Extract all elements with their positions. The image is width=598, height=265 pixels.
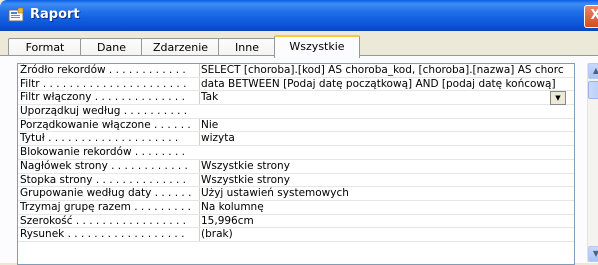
property-row-width[interactable]: Szerokość . . . . . . . . . . . . . . . … <box>18 214 574 229</box>
property-value-input[interactable]: Wszystkie strony <box>199 173 574 187</box>
window-title: Raport <box>30 7 80 22</box>
property-label: Źródło rekordów . . . . . . . . . . . . <box>20 64 186 76</box>
property-value-input[interactable]: data BETWEEN [Podaj datę początkową] AND… <box>199 77 574 91</box>
property-label: Filtr włączony . . . . . . . . . . . . .… <box>20 91 185 104</box>
property-value-input[interactable]: Wszystkie strony <box>199 159 574 173</box>
property-label: Uporządkuj według . . . . . . . . . . <box>20 105 188 118</box>
tab-inne[interactable]: Inne <box>218 38 276 56</box>
scrollbar-thumb[interactable] <box>588 81 598 99</box>
property-row-order-by[interactable]: Uporządkuj według . . . . . . . . . . <box>18 105 574 119</box>
tab-zdarzenie[interactable]: Zdarzenie <box>141 38 220 56</box>
property-row-page-footer[interactable]: Stopka strony . . . . . . . . . . . . . … <box>18 173 574 188</box>
property-label: Nagłówek strony . . . . . . . . . . . . <box>20 159 188 172</box>
report-icon <box>8 8 24 22</box>
property-row-grp-keep-together[interactable]: Trzymaj grupę razem . . . . . . . . . Na… <box>18 200 574 215</box>
property-row-filter[interactable]: Filtr . . . . . . . . . . . . . . . . . … <box>18 77 574 92</box>
dropdown-arrow-icon[interactable]: ▼ <box>550 91 566 106</box>
arrow-down-icon[interactable]: ▼ <box>588 246 598 262</box>
property-value-input[interactable]: Nie <box>199 118 574 132</box>
property-row-caption[interactable]: Tytuł . . . . . . . . . . . . . . . . . … <box>18 132 574 147</box>
property-row-record-locks[interactable]: Blokowanie rekordów . . . . . . . . <box>18 146 574 160</box>
close-button[interactable]: X <box>584 5 598 28</box>
property-value-input[interactable]: SELECT [choroba].[kod] AS choroba_kod, [… <box>199 64 574 77</box>
property-row-filter-on[interactable]: Filtr włączony . . . . . . . . . . . . .… <box>18 91 574 106</box>
property-value-input[interactable]: wizyta <box>199 132 574 146</box>
arrow-up-icon[interactable]: ▲ <box>588 63 598 79</box>
property-label: Szerokość . . . . . . . . . . . . . . . … <box>20 214 187 227</box>
property-value-input[interactable]: Użyj ustawień systemowych <box>199 187 574 200</box>
property-row-order-by-on[interactable]: Porządkowanie włączone . . . . . . Nie <box>18 118 574 133</box>
tab-dane[interactable]: Dane <box>80 38 143 56</box>
property-value-input[interactable]: (brak) <box>199 228 574 241</box>
property-row-record-source[interactable]: Źródło rekordów . . . . . . . . . . . . … <box>18 64 574 78</box>
property-row-picture[interactable]: Rysunek . . . . . . . . . . . . . . . . … <box>18 228 574 242</box>
property-label: Grupowanie według daty . . . . . . <box>20 187 192 200</box>
tab-panel: Źródło rekordów . . . . . . . . . . . . … <box>0 55 598 265</box>
property-value-select[interactable]: Tak <box>199 91 574 105</box>
property-label: Blokowanie rekordów . . . . . . . . <box>20 146 185 159</box>
property-label: Porządkowanie włączone . . . . . . <box>20 118 191 131</box>
property-value-input[interactable]: Na kolumnę <box>199 200 574 214</box>
tab-strip: Format Dane Zdarzenie Inne Wszystkie <box>0 31 598 58</box>
property-label: Tytuł . . . . . . . . . . . . . . . . . … <box>20 132 179 145</box>
vertical-scrollbar[interactable]: ▲ ▼ <box>587 63 598 262</box>
property-row-page-header[interactable]: Nagłówek strony . . . . . . . . . . . . … <box>18 159 574 174</box>
property-label: Stopka strony . . . . . . . . . . . . . … <box>20 173 186 186</box>
property-label: Filtr . . . . . . . . . . . . . . . . . … <box>20 77 187 90</box>
property-value-input[interactable]: 15,996cm <box>199 214 574 228</box>
property-label: Trzymaj grupę razem . . . . . . . . . <box>20 200 191 213</box>
tab-format[interactable]: Format <box>8 38 82 56</box>
property-row-date-grouping[interactable]: Grupowanie według daty . . . . . . Użyj … <box>18 187 574 201</box>
property-label: Rysunek . . . . . . . . . . . . . . . . … <box>20 228 185 241</box>
tab-wszystkie[interactable]: Wszystkie <box>274 35 360 58</box>
property-grid: Źródło rekordów . . . . . . . . . . . . … <box>17 63 575 265</box>
title-bar[interactable]: Raport X <box>0 0 598 31</box>
